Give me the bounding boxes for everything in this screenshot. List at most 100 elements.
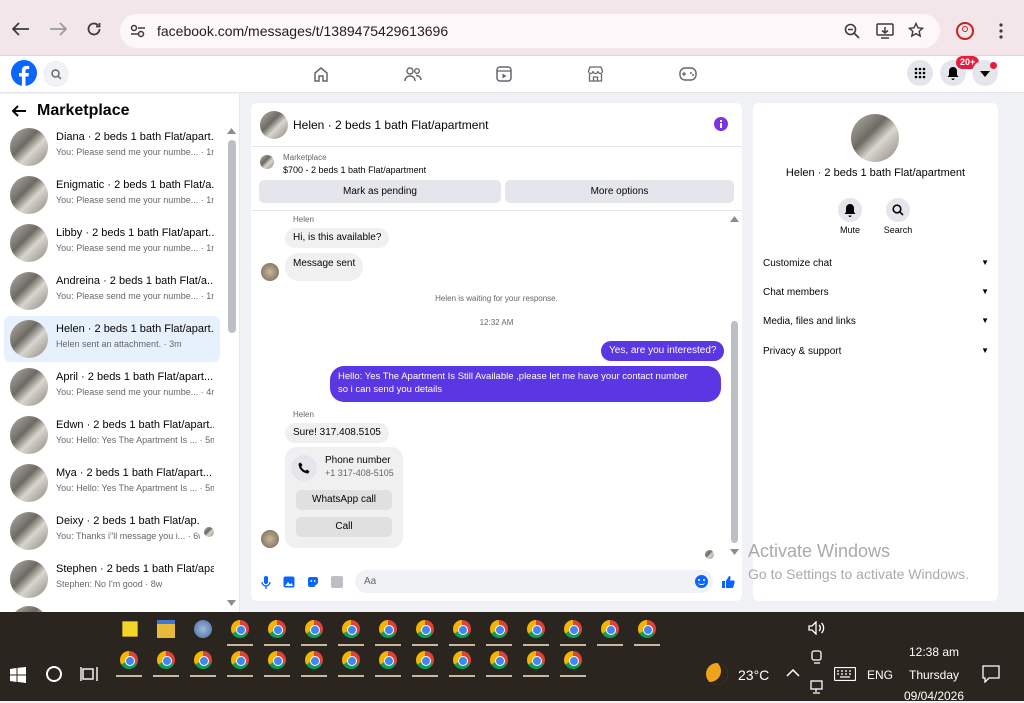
scrollbar-thumb[interactable] — [228, 140, 236, 333]
cortana-search-icon[interactable] — [46, 666, 62, 682]
chrome-icon[interactable] — [268, 620, 286, 638]
sticky-notes-icon[interactable] — [122, 621, 138, 637]
scroll-up-icon[interactable] — [730, 216, 739, 222]
search-in-chat-icon[interactable] — [886, 198, 910, 222]
bookmark-star-icon[interactable] — [908, 22, 924, 38]
scroll-up-icon[interactable] — [227, 128, 236, 134]
chrome-icon[interactable] — [416, 620, 434, 638]
conversation-item[interactable]: Enigmatic · 2 beds 1 bath Flat/a... You:… — [4, 172, 220, 218]
network-icon[interactable] — [810, 680, 826, 694]
more-options-button[interactable]: More options — [505, 180, 734, 203]
chrome-icon[interactable] — [379, 651, 397, 669]
whatsapp-call-button[interactable]: WhatsApp call — [296, 490, 392, 510]
facebook-logo-icon[interactable] — [11, 60, 37, 86]
volume-icon[interactable] — [808, 621, 826, 635]
thumbs-up-icon[interactable] — [721, 575, 735, 589]
chrome-icon[interactable] — [305, 651, 323, 669]
attach-photo-icon[interactable] — [283, 576, 295, 588]
marketplace-icon[interactable] — [587, 66, 604, 82]
message-bubble-outgoing[interactable]: Yes, are you interested? — [601, 341, 725, 361]
customize-chat-row[interactable]: Customize chat ▼ — [763, 258, 989, 269]
chat-avatar[interactable] — [260, 111, 288, 139]
mute-label[interactable]: Mute — [830, 225, 870, 235]
chrome-icon[interactable] — [342, 651, 360, 669]
scroll-down-icon[interactable] — [730, 549, 739, 555]
browser-menu-icon[interactable] — [999, 23, 1003, 39]
scroll-down-icon[interactable] — [227, 600, 236, 606]
message-input[interactable]: Aa — [355, 570, 713, 593]
chrome-icon[interactable] — [601, 620, 619, 638]
meet-now-icon[interactable] — [810, 650, 824, 666]
sticker-icon[interactable] — [307, 576, 319, 588]
chrome-icon[interactable] — [527, 651, 545, 669]
chrome-icon[interactable] — [490, 620, 508, 638]
weather-temperature[interactable]: 23°C — [738, 667, 769, 683]
listing-description[interactable]: $700 - 2 beds 1 bath Flat/apartment — [283, 165, 426, 175]
zoom-icon[interactable] — [844, 23, 860, 39]
menu-grid-icon[interactable] — [907, 60, 933, 86]
file-explorer-icon[interactable] — [157, 620, 175, 638]
contact-avatar[interactable] — [851, 114, 899, 162]
chrome-icon[interactable] — [231, 620, 249, 638]
language-indicator[interactable]: ENG — [867, 668, 893, 682]
chrome-icon[interactable] — [564, 620, 582, 638]
chrome-icon[interactable] — [490, 651, 508, 669]
voice-clip-icon[interactable] — [261, 576, 271, 589]
chrome-icon[interactable] — [268, 651, 286, 669]
clock-day[interactable]: Thursday — [904, 668, 964, 682]
chrome-icon[interactable] — [379, 620, 397, 638]
conversation-item[interactable]: Mya · 2 beds 1 bath Flat/apart... You: H… — [4, 460, 220, 506]
chrome-icon[interactable] — [120, 651, 138, 669]
notification-center-icon[interactable] — [982, 665, 1000, 683]
clock-time[interactable]: 12:38 am — [904, 645, 964, 659]
chrome-icon[interactable] — [342, 620, 360, 638]
video-icon[interactable] — [496, 66, 512, 82]
chat-members-row[interactable]: Chat members ▼ — [763, 287, 989, 298]
gaming-icon[interactable] — [679, 67, 697, 81]
chat-title[interactable]: Helen · 2 beds 1 bath Flat/apartment — [293, 118, 488, 132]
search-label[interactable]: Search — [878, 225, 918, 235]
message-bubble-outgoing[interactable]: Hello: Yes The Apartment Is Still Availa… — [330, 366, 721, 402]
chrome-icon[interactable] — [527, 620, 545, 638]
chrome-icon[interactable] — [231, 651, 249, 669]
site-settings-icon[interactable] — [130, 24, 146, 38]
listing-thumbnail[interactable] — [260, 155, 274, 169]
conversation-item[interactable]: April · 2 beds 1 bath Flat/apart... You:… — [4, 364, 220, 410]
info-icon[interactable] — [714, 117, 728, 131]
call-button[interactable]: Call — [296, 517, 392, 537]
back-arrow-icon[interactable] — [12, 105, 27, 117]
gif-icon[interactable] — [331, 576, 343, 588]
message-bubble[interactable]: Hi, is this available? — [285, 228, 390, 248]
chevron-up-icon[interactable] — [786, 669, 800, 677]
home-icon[interactable] — [313, 66, 329, 82]
conversation-item[interactable]: Deixy · 2 beds 1 bath Flat/ap... You: Th… — [4, 508, 220, 554]
conversation-item[interactable]: Libby · 2 beds 1 bath Flat/apart... You:… — [4, 220, 220, 266]
privacy-support-row[interactable]: Privacy & support ▼ — [763, 346, 989, 357]
task-view-icon[interactable] — [80, 666, 98, 682]
scrollbar-thumb[interactable] — [731, 321, 738, 543]
message-bubble[interactable]: Message sent — [285, 253, 364, 281]
chrome-icon[interactable] — [638, 620, 656, 638]
emoji-icon[interactable] — [695, 575, 708, 588]
conversation-item-selected[interactable]: Helen · 2 beds 1 bath Flat/apart... Hele… — [4, 316, 220, 362]
chrome-icon[interactable] — [416, 651, 434, 669]
media-files-links-row[interactable]: Media, files and links ▼ — [763, 316, 989, 327]
conversation-item[interactable]: Edwn · 2 beds 1 bath Flat/apart... You: … — [4, 412, 220, 458]
chrome-icon[interactable] — [157, 651, 175, 669]
search-icon[interactable] — [43, 61, 69, 87]
friends-icon[interactable] — [404, 66, 422, 82]
chrome-icon[interactable] — [305, 620, 323, 638]
conversation-item[interactable]: Stephen · 2 beds 1 bath Flat/apart... St… — [4, 556, 220, 602]
chrome-icon[interactable] — [453, 620, 471, 638]
conversation-item[interactable]: Andreina · 2 beds 1 bath Flat/a... You: … — [4, 268, 220, 314]
url-text[interactable]: facebook.com/messages/t/1389475429613696 — [157, 23, 448, 39]
forward-icon[interactable] — [49, 22, 67, 36]
chrome-icon[interactable] — [453, 651, 471, 669]
install-app-icon[interactable] — [876, 23, 894, 39]
profile-icon[interactable] — [956, 22, 974, 40]
app-icon[interactable] — [194, 620, 212, 638]
address-bar[interactable]: facebook.com/messages/t/1389475429613696 — [120, 14, 940, 48]
conversation-item[interactable]: Diana · 2 beds 1 bath Flat/apart... You:… — [4, 124, 220, 170]
chrome-icon[interactable] — [564, 651, 582, 669]
keyboard-icon[interactable] — [834, 667, 856, 681]
